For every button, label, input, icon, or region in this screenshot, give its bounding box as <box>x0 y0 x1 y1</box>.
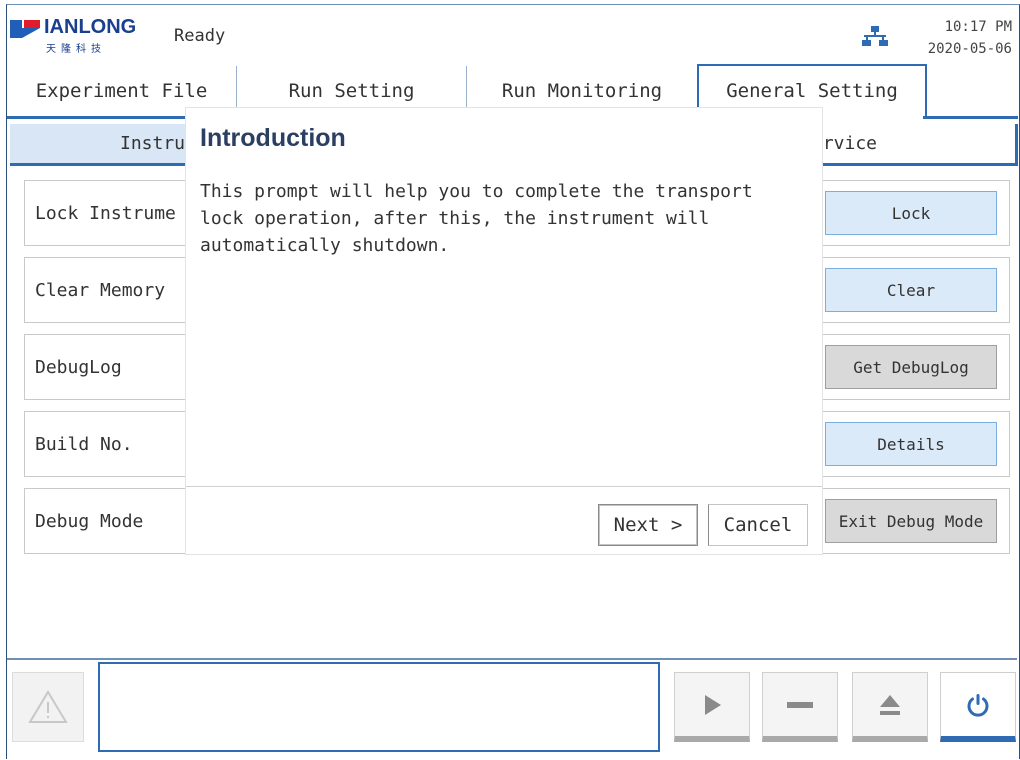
message-box <box>98 662 660 752</box>
play-button[interactable] <box>674 672 750 742</box>
row-label: Debug Mode <box>35 510 144 532</box>
row-label: Lock Instrume <box>35 202 176 224</box>
bottom-divider <box>7 658 1017 660</box>
power-button[interactable] <box>940 672 1016 742</box>
play-icon <box>705 694 721 715</box>
introduction-dialog: Introduction This prompt will help you t… <box>186 108 822 554</box>
clear-button[interactable]: Clear <box>825 268 997 312</box>
eject-icon <box>880 694 900 715</box>
dialog-divider <box>186 486 822 487</box>
stop-icon <box>787 701 813 708</box>
subtab-instrument[interactable]: Instru <box>10 124 210 166</box>
warning-icon <box>28 690 68 723</box>
row-label: DebugLog <box>35 356 122 378</box>
clock-time: 10:17 PM <box>944 19 1012 35</box>
lock-button[interactable]: Lock <box>825 191 997 235</box>
dialog-title: Introduction <box>200 124 346 152</box>
logo-flag-base <box>10 28 40 38</box>
details-button[interactable]: Details <box>825 422 997 466</box>
logo-flag-blue <box>10 20 22 28</box>
eject-button[interactable] <box>852 672 928 742</box>
get-debuglog-button[interactable]: Get DebugLog <box>825 345 997 389</box>
clock-date: 2020-05-06 <box>927 41 1012 57</box>
clock: 10:17 PM 2020-05-06 <box>928 16 1012 60</box>
row-label: Clear Memory <box>35 279 166 301</box>
next-button[interactable]: Next > <box>598 504 698 546</box>
logo-brand: IANLONG <box>44 16 137 38</box>
subtab-service[interactable]: ervice <box>812 124 1018 166</box>
warning-indicator <box>12 672 84 742</box>
company-logo: IANLONG 天隆科技 <box>10 14 170 58</box>
status-text: Ready <box>174 26 226 46</box>
logo-chinese: 天隆科技 <box>46 44 106 55</box>
cancel-button[interactable]: Cancel <box>708 504 808 546</box>
tab-underline-right <box>923 116 1018 119</box>
stop-button[interactable] <box>762 672 838 742</box>
logo-flag-red <box>24 20 40 28</box>
row-label: Build No. <box>35 433 133 455</box>
network-icon <box>862 26 888 46</box>
exit-debug-mode-button[interactable]: Exit Debug Mode <box>825 499 997 543</box>
dialog-body: This prompt will help you to complete th… <box>200 181 753 256</box>
power-icon <box>967 693 989 717</box>
